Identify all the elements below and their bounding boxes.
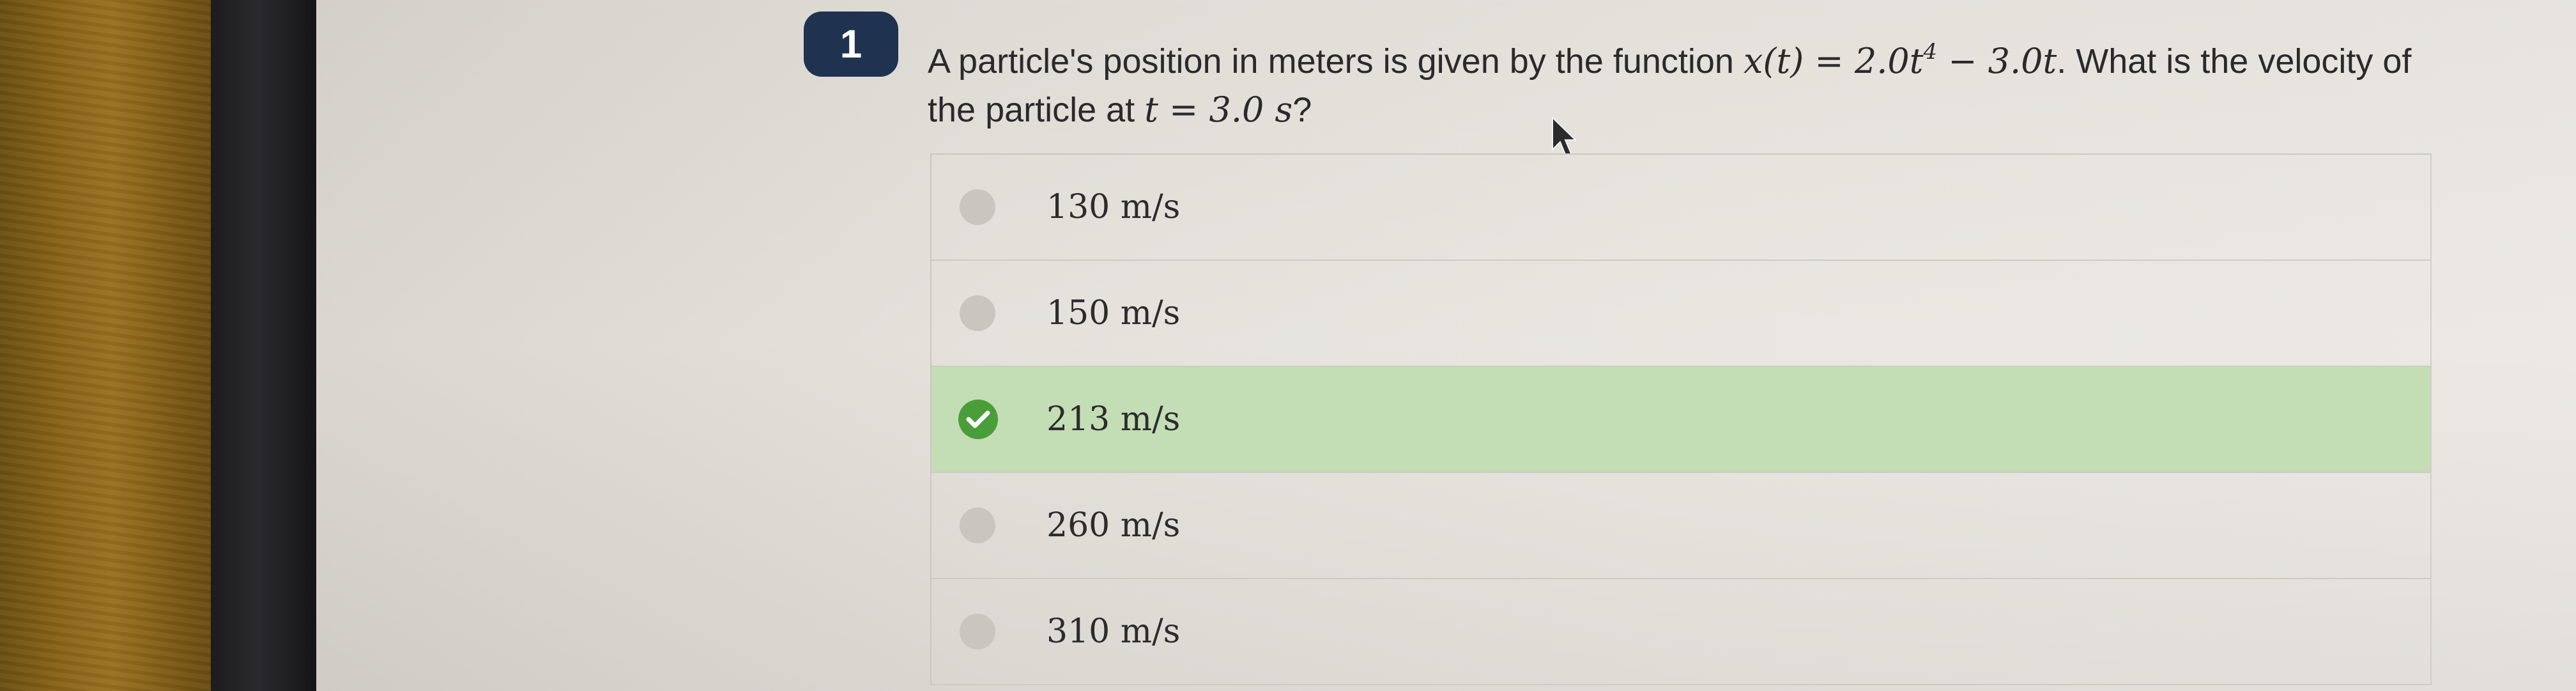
option-label: 310 m/s — [1046, 612, 1181, 651]
option-label: 130 m/s — [1046, 188, 1181, 226]
question-text-before: A particle's position in meters is given… — [928, 42, 1744, 81]
option-130[interactable]: 130 m/s — [931, 155, 2430, 261]
radio-icon[interactable] — [960, 295, 995, 331]
question-prompt: A particle's position in meters is given… — [928, 37, 2461, 134]
checkmark-icon — [966, 410, 990, 428]
question-mark: ? — [1292, 91, 1312, 129]
function-exponent: 4 — [1923, 39, 1938, 65]
option-150[interactable]: 150 m/s — [931, 261, 2430, 367]
option-310[interactable]: 310 m/s — [931, 579, 2430, 685]
radio-icon[interactable] — [960, 508, 995, 543]
option-label: 213 m/s — [1046, 400, 1181, 439]
option-label: 150 m/s — [1046, 294, 1181, 332]
option-260[interactable]: 260 m/s — [931, 473, 2430, 579]
monitor-bezel — [211, 0, 316, 691]
option-label: 260 m/s — [1046, 506, 1181, 545]
answer-options: 130 m/s 150 m/s 213 m/s 260 m/s 310 m/s — [930, 153, 2432, 685]
question-number-badge: 1 — [804, 12, 898, 77]
photo-frame: 1 A particle's position in meters is giv… — [0, 0, 2576, 691]
mouse-cursor-icon — [1552, 116, 1577, 157]
function-tail: − 3.0t — [1937, 41, 2057, 81]
function-body: x(t) = 2.0t — [1743, 41, 1924, 81]
option-213-correct[interactable]: 213 m/s — [931, 367, 2430, 473]
time-value: t = 3.0 s — [1144, 89, 1293, 130]
position-function: x(t) = 2.0t4 − 3.0t — [1744, 41, 2057, 81]
radio-icon[interactable] — [960, 189, 995, 225]
radio-icon[interactable] — [960, 614, 995, 649]
check-circle-icon — [958, 400, 998, 439]
